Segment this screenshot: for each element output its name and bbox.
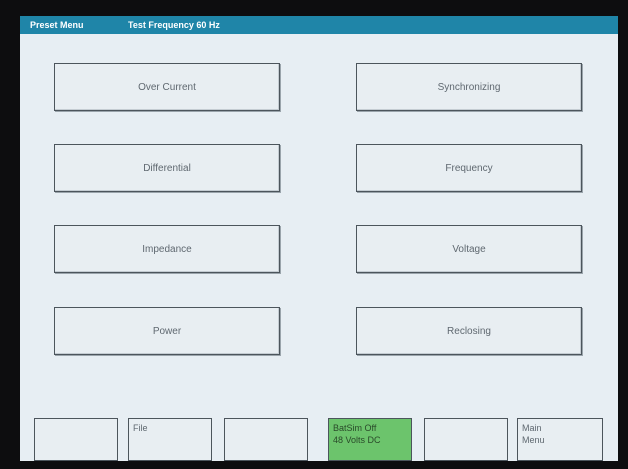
impedance-button[interactable]: Impedance [54,225,280,273]
softkey-1-blank[interactable] [34,418,118,461]
over-current-button[interactable]: Over Current [54,63,280,111]
batsim-voltage-label: 48 Volts DC [333,435,381,445]
device-screen: Preset Menu Test Frequency 60 Hz Over Cu… [20,16,618,461]
power-button[interactable]: Power [54,307,280,355]
main-menu-label-line1: Main [522,423,542,433]
main-menu-label-line2: Menu [522,435,545,445]
differential-button[interactable]: Differential [54,144,280,192]
batsim-softkey[interactable]: BatSim Off 48 Volts DC [328,418,412,461]
main-menu-softkey[interactable]: Main Menu [517,418,603,461]
test-frequency-label: Test Frequency 60 Hz [128,20,220,30]
synchronizing-button[interactable]: Synchronizing [356,63,582,111]
file-softkey[interactable]: File [128,418,212,461]
frequency-button[interactable]: Frequency [356,144,582,192]
voltage-button[interactable]: Voltage [356,225,582,273]
batsim-status-label: BatSim Off [333,423,377,433]
softkey-5-blank[interactable] [424,418,508,461]
file-softkey-label: File [133,423,148,433]
softkey-3-blank[interactable] [224,418,308,461]
title-bar: Preset Menu Test Frequency 60 Hz [20,16,618,34]
menu-title: Preset Menu [30,20,84,30]
reclosing-button[interactable]: Reclosing [356,307,582,355]
